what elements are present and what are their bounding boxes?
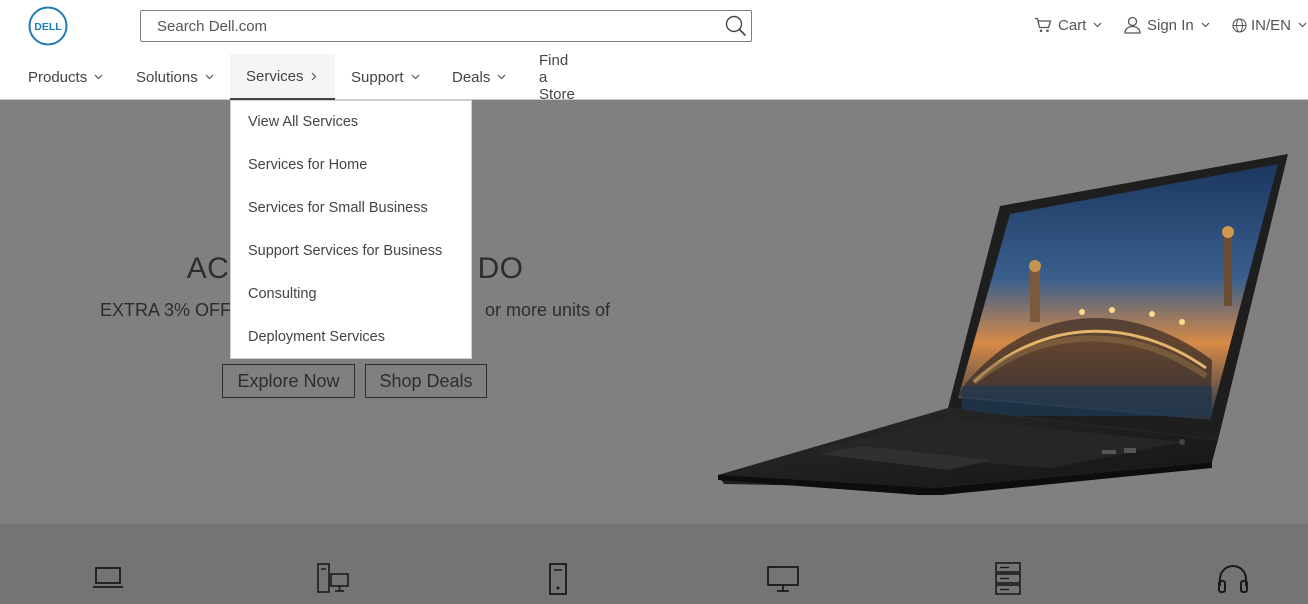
server-icon[interactable] [991, 562, 1025, 596]
chevron-right-icon [311, 72, 316, 80]
cart-menu[interactable]: Cart [1034, 14, 1102, 36]
site-header: DELL Cart Sign In [0, 0, 1308, 103]
chevron-down-icon [94, 74, 103, 80]
nav-deals[interactable]: Deals [452, 54, 506, 100]
sign-in-label: Sign In [1147, 16, 1194, 34]
nav-deals-label: Deals [452, 68, 491, 86]
menu-item-view-all-services[interactable]: View All Services [248, 114, 358, 130]
dell-homepage: DELL Cart Sign In [0, 0, 1308, 604]
chevron-down-icon [497, 74, 506, 80]
user-icon [1124, 16, 1141, 34]
hero-subtitle-left: EXTRA 3% OFF [99, 300, 231, 320]
chevron-down-icon [1298, 22, 1307, 28]
menu-item-support-services-for-business[interactable]: Support Services for Business [248, 243, 442, 259]
headset-icon[interactable] [1216, 562, 1250, 596]
nav-solutions-label: Solutions [136, 68, 198, 86]
chevron-down-icon [1201, 22, 1210, 28]
nav-products-label: Products [28, 68, 88, 86]
shop-deals-button[interactable]: Shop Deals [365, 364, 487, 398]
cart-icon [1035, 17, 1052, 33]
dell-logo-text: DELL [34, 21, 62, 33]
chevron-down-icon [205, 74, 214, 80]
monitor-icon[interactable] [766, 562, 800, 596]
search-input[interactable] [141, 11, 711, 41]
search-icon[interactable] [725, 15, 747, 37]
explore-now-button[interactable]: Explore Now [222, 364, 355, 398]
nav-services[interactable]: Services [230, 54, 335, 100]
nav-support-label: Support [351, 68, 404, 86]
hero-subtitle-right: or more units of [484, 300, 611, 320]
locale-menu[interactable]: IN/EN [1232, 14, 1307, 36]
nav-solutions[interactable]: Solutions [136, 54, 214, 100]
menu-item-services-for-home[interactable]: Services for Home [248, 157, 367, 173]
nav-services-label: Services [246, 67, 304, 85]
menu-item-consulting[interactable]: Consulting [248, 286, 317, 302]
globe-icon [1232, 17, 1247, 33]
menu-item-deployment-services[interactable]: Deployment Services [248, 329, 385, 345]
desktop-workstation-icon[interactable] [316, 562, 350, 596]
nav-find-a-store[interactable]: Find a Store [539, 51, 575, 103]
category-band [0, 524, 1308, 604]
tower-icon[interactable] [541, 562, 575, 596]
chevron-down-icon [1093, 22, 1102, 28]
laptop-image [718, 154, 1288, 495]
menu-item-services-for-small-business[interactable]: Services for Small Business [248, 200, 428, 216]
locale-label: IN/EN [1251, 16, 1292, 34]
hero-banner: ACC U DO EXTRA 3% OFF or more units of Exp… [0, 100, 1308, 524]
nav-find-a-store-label: Find a Store [539, 51, 575, 103]
search-box [140, 10, 752, 42]
dell-logo[interactable]: DELL [28, 6, 68, 46]
services-dropdown-menu: View All Services Services for Home Serv… [230, 100, 472, 359]
nav-support[interactable]: Support [351, 54, 420, 100]
nav-products[interactable]: Products [28, 54, 103, 100]
sign-in-menu[interactable]: Sign In [1124, 14, 1210, 36]
chevron-down-icon [411, 74, 419, 80]
laptop-icon[interactable] [91, 562, 125, 596]
cart-label: Cart [1058, 16, 1087, 34]
